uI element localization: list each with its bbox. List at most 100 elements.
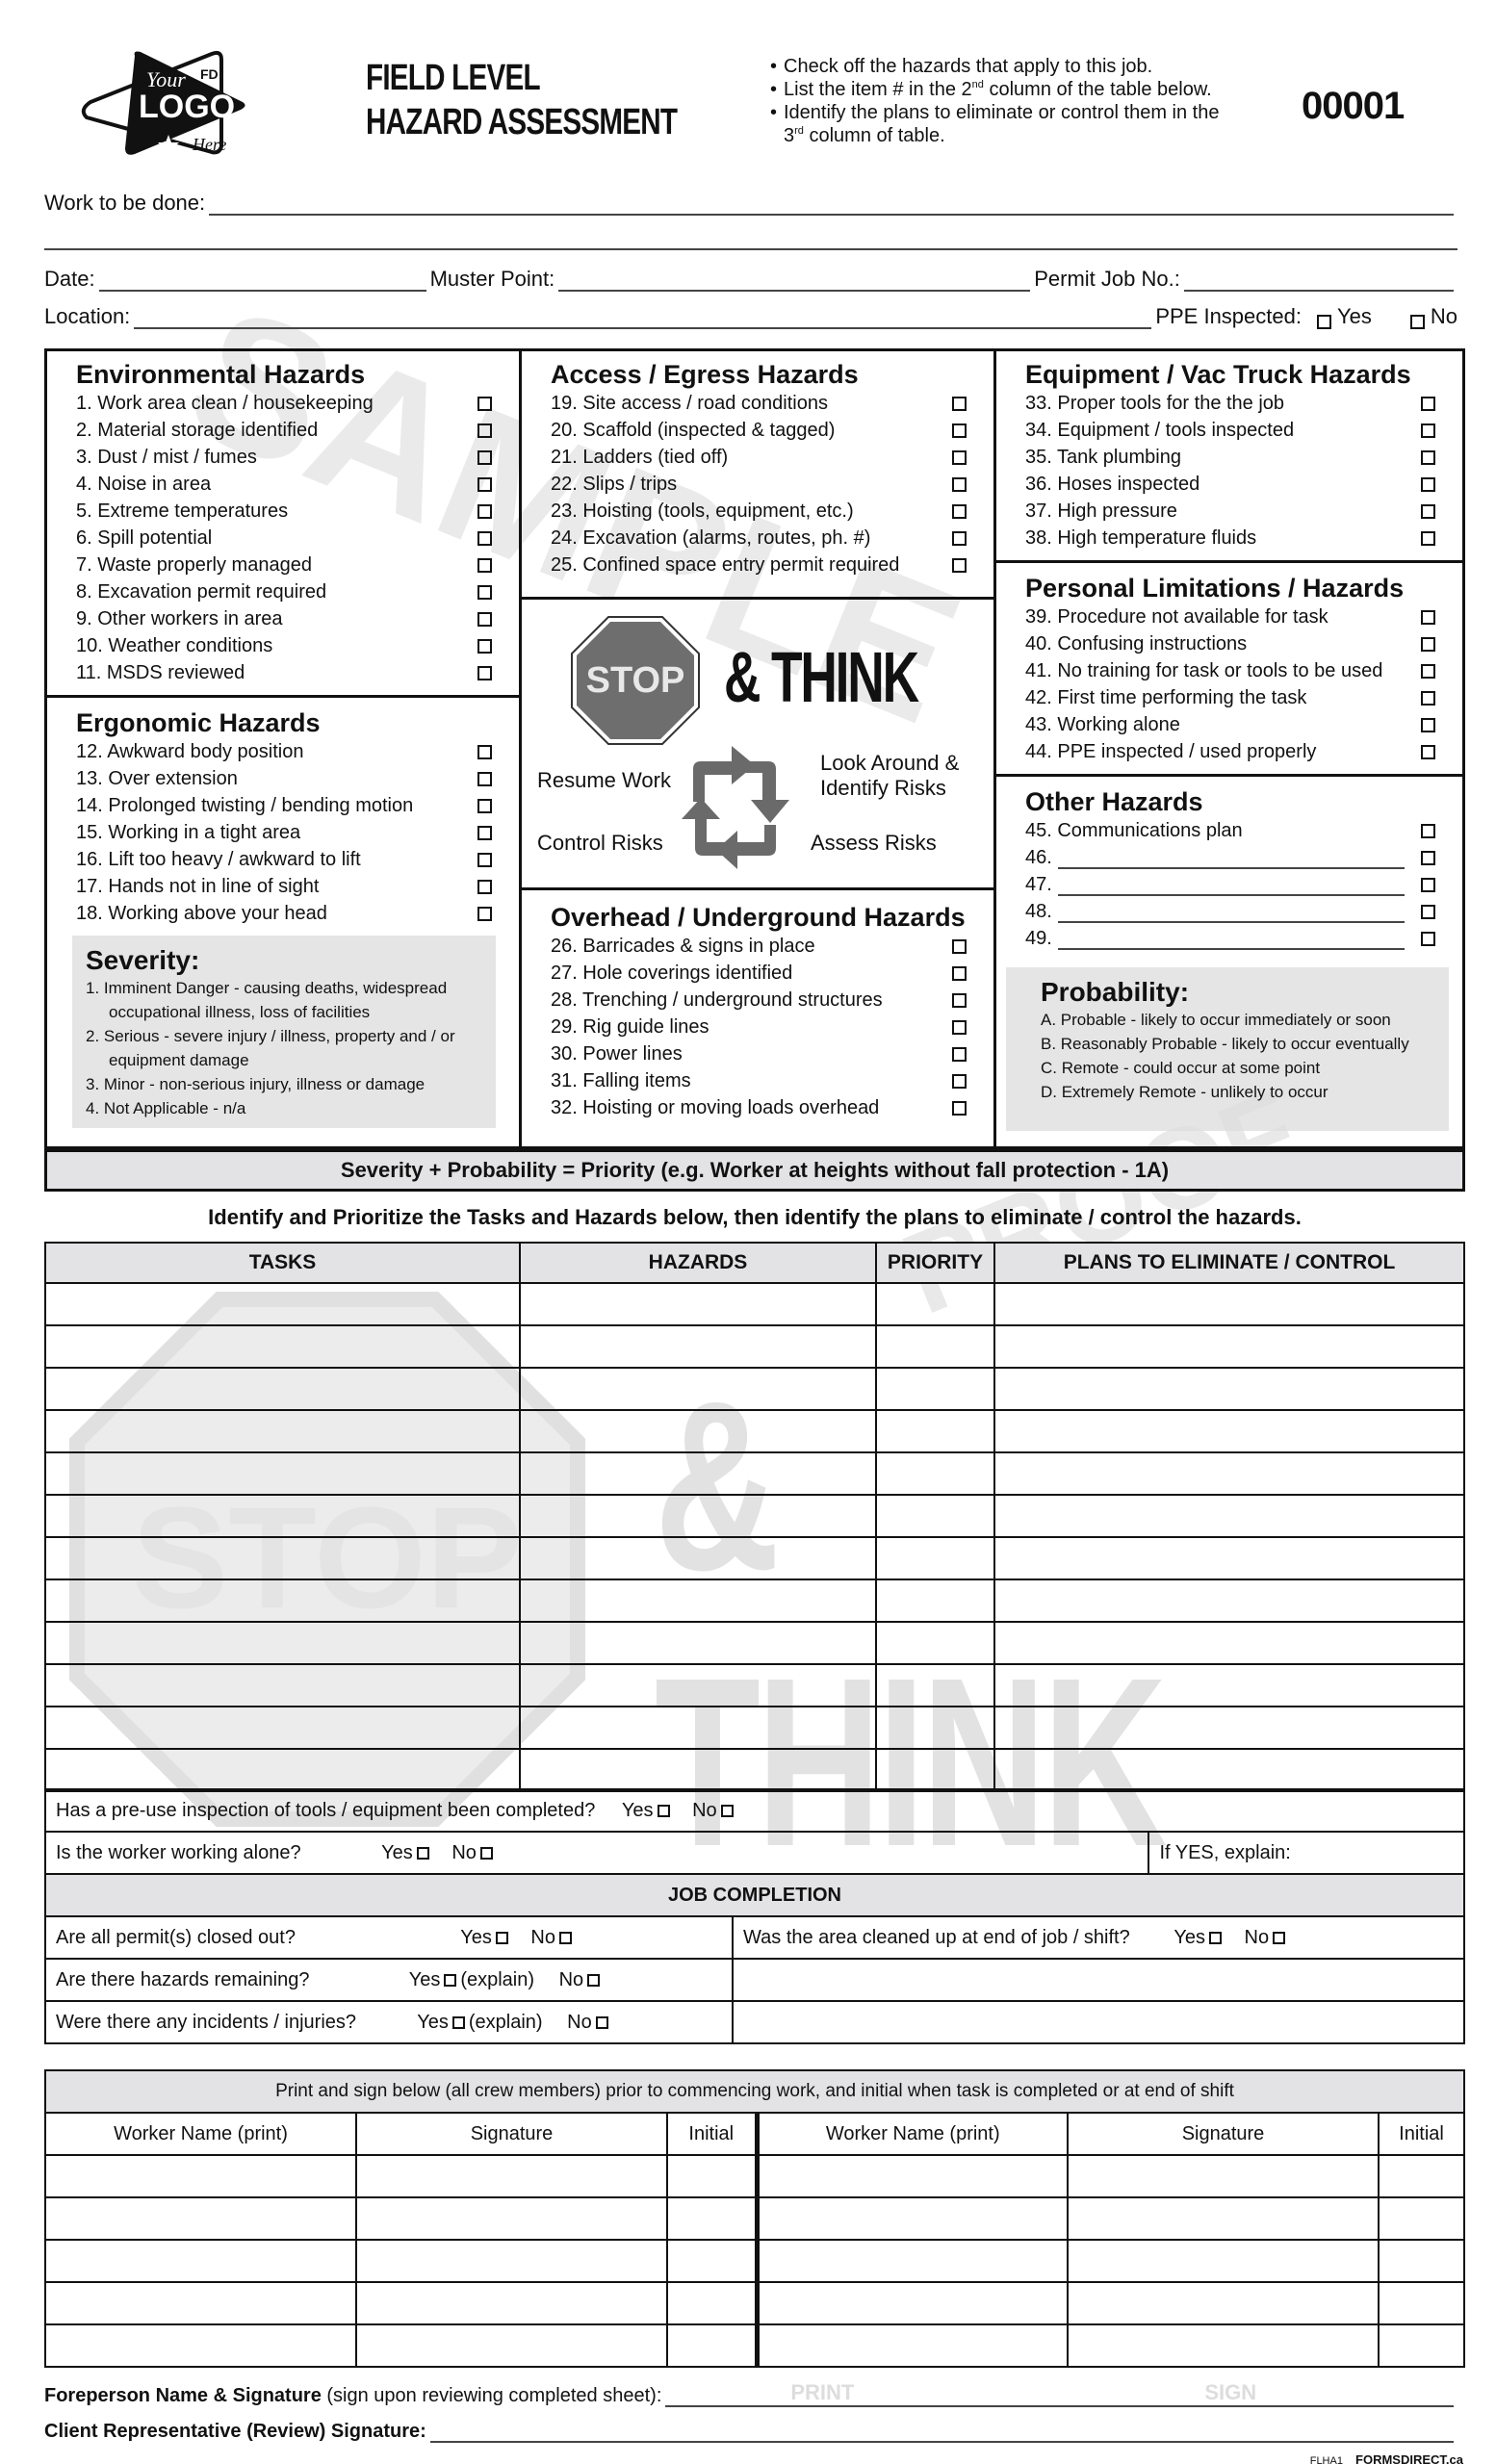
hazard-cell[interactable] [519,1451,877,1496]
hazard-checkbox[interactable] [952,396,967,411]
hazard-checkbox[interactable] [477,638,492,654]
signature-cell[interactable] [355,2281,668,2325]
work-to-be-done-input-line-2[interactable] [44,231,1457,250]
initial-cell[interactable] [666,2323,760,2368]
priority-cell[interactable] [875,1494,995,1538]
date-input[interactable] [98,272,426,292]
hazard-checkbox[interactable] [477,906,492,921]
muster-point-input[interactable] [558,272,1031,292]
hazard-checkbox[interactable] [477,396,492,411]
hazard-checkbox[interactable] [952,503,967,519]
task-cell[interactable] [44,1536,521,1580]
custom-hazard-input[interactable] [1057,879,1405,896]
hazard-cell[interactable] [519,1748,877,1792]
hazard-checkbox[interactable] [952,1100,967,1116]
hazard-checkbox[interactable] [477,611,492,627]
hazard-checkbox[interactable] [477,557,492,573]
plan-cell[interactable] [993,1494,1465,1538]
worker-name-cell[interactable] [44,2196,357,2241]
hazard-checkbox[interactable] [1421,717,1435,732]
foreperson-signature-input[interactable]: PRINT SIGN [665,2380,1454,2407]
signature-cell[interactable] [355,2196,668,2241]
hazard-checkbox[interactable] [477,825,492,840]
plan-cell[interactable] [993,1706,1465,1750]
worker-name-cell[interactable] [44,2281,357,2325]
incidents-explain-field[interactable] [732,2000,1465,2044]
plan-cell[interactable] [993,1451,1465,1496]
permit-job-input[interactable] [1183,272,1454,292]
priority-cell[interactable] [875,1706,995,1750]
incidents-no-checkbox[interactable] [595,2015,608,2029]
plan-cell[interactable] [993,1282,1465,1326]
hazard-cell[interactable] [519,1494,877,1538]
worker-name-cell[interactable] [756,2281,1069,2325]
hazard-checkbox[interactable] [1421,396,1435,411]
hazard-checkbox[interactable] [477,423,492,438]
plan-cell[interactable] [993,1621,1465,1665]
plan-cell[interactable] [993,1409,1465,1453]
worker-name-cell[interactable] [756,2323,1069,2368]
task-cell[interactable] [44,1748,521,1792]
task-cell[interactable] [44,1282,521,1326]
hazard-checkbox[interactable] [477,879,492,894]
cleaned-no-checkbox[interactable] [1273,1931,1286,1944]
signature-cell[interactable] [1067,2323,1380,2368]
worker-name-cell[interactable] [756,2196,1069,2241]
ppe-no-checkbox[interactable] [1409,315,1425,329]
hazard-cell[interactable] [519,1536,877,1580]
hazards-remaining-explain-field[interactable] [732,1958,1465,2002]
hazard-checkbox[interactable] [952,938,967,954]
worker-name-cell[interactable] [756,2154,1069,2198]
initial-cell[interactable] [666,2196,760,2241]
hazard-checkbox[interactable] [477,744,492,759]
hazard-checkbox[interactable] [1421,744,1435,759]
hazard-cell[interactable] [519,1367,877,1411]
task-cell[interactable] [44,1706,521,1750]
signature-cell[interactable] [1067,2239,1380,2283]
remaining-yes-checkbox[interactable] [444,1973,457,1987]
priority-cell[interactable] [875,1282,995,1326]
plan-cell[interactable] [993,1663,1465,1707]
task-cell[interactable] [44,1578,521,1623]
priority-cell[interactable] [875,1748,995,1792]
priority-cell[interactable] [875,1621,995,1665]
permits-yes-checkbox[interactable] [495,1931,508,1944]
client-signature-input[interactable] [429,2424,1454,2443]
hazard-cell[interactable] [519,1706,877,1750]
hazard-checkbox[interactable] [1421,850,1435,865]
work-to-be-done-input[interactable] [209,196,1454,216]
custom-hazard-input[interactable] [1057,852,1405,869]
alone-yes-checkbox[interactable] [416,1846,429,1860]
hazard-checkbox[interactable] [1421,877,1435,892]
task-cell[interactable] [44,1324,521,1369]
plan-cell[interactable] [993,1536,1465,1580]
hazard-checkbox[interactable] [1421,503,1435,519]
priority-cell[interactable] [875,1324,995,1369]
initial-cell[interactable] [1378,2281,1465,2325]
hazard-checkbox[interactable] [1421,663,1435,679]
preuse-no-checkbox[interactable] [720,1804,734,1817]
signature-cell[interactable] [355,2239,668,2283]
hazard-checkbox[interactable] [477,476,492,492]
hazard-checkbox[interactable] [1421,449,1435,465]
cleaned-yes-checkbox[interactable] [1208,1931,1222,1944]
signature-cell[interactable] [1067,2154,1380,2198]
hazard-checkbox[interactable] [477,503,492,519]
alone-no-checkbox[interactable] [479,1846,493,1860]
task-cell[interactable] [44,1367,521,1411]
initial-cell[interactable] [1378,2323,1465,2368]
hazard-cell[interactable] [519,1409,877,1453]
ppe-yes-checkbox[interactable] [1316,315,1331,329]
hazard-checkbox[interactable] [952,1019,967,1035]
hazard-checkbox[interactable] [1421,423,1435,438]
hazard-checkbox[interactable] [477,852,492,867]
signature-cell[interactable] [1067,2281,1380,2325]
initial-cell[interactable] [666,2281,760,2325]
location-input[interactable] [134,310,1152,329]
plan-cell[interactable] [993,1578,1465,1623]
custom-hazard-input[interactable] [1057,906,1405,923]
if-yes-explain-field[interactable]: If YES, explain: [1148,1831,1465,1875]
hazard-checkbox[interactable] [952,1046,967,1062]
priority-cell[interactable] [875,1409,995,1453]
task-cell[interactable] [44,1621,521,1665]
